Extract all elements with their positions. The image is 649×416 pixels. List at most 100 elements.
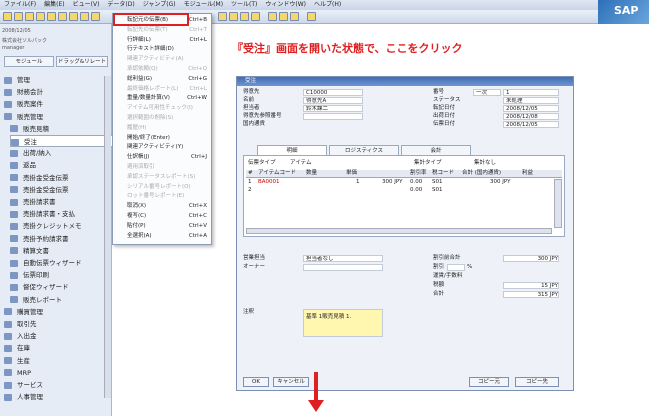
memo-field[interactable]: 基準 1販売見積 1. bbox=[303, 309, 383, 337]
doc-date[interactable]: 2008/12/05 bbox=[503, 121, 559, 128]
sidebar-item[interactable]: 売掛金受金伝票 bbox=[10, 184, 114, 196]
menu-item[interactable]: 貼付(P) Ctrl+V bbox=[113, 222, 211, 231]
excel-icon[interactable] bbox=[69, 12, 78, 21]
menu-item[interactable]: 開始/終了(Enter) bbox=[113, 134, 211, 143]
sidebar-item[interactable]: 販売見積 bbox=[10, 123, 114, 135]
row-discount[interactable]: 0.00 bbox=[410, 179, 422, 186]
sidebar-item[interactable]: 販売レポート bbox=[10, 294, 114, 306]
sidebar-item[interactable]: 在庫 bbox=[4, 342, 108, 354]
pdf-icon[interactable] bbox=[91, 12, 100, 21]
word-icon[interactable] bbox=[80, 12, 89, 21]
number-field[interactable]: 1 bbox=[503, 89, 559, 96]
menu-tools[interactable]: ツール(T) bbox=[227, 0, 261, 10]
owner-field[interactable] bbox=[303, 264, 383, 271]
delivery-date[interactable]: 2008/12/08 bbox=[503, 113, 559, 120]
sidebar-item[interactable]: 売掛予約請求書 bbox=[10, 233, 114, 245]
menu-item[interactable]: 複写(C) Ctrl+C bbox=[113, 212, 211, 221]
sidebar-item[interactable]: 売掛クレジットメモ bbox=[10, 220, 114, 232]
row-taxcode[interactable]: S01 bbox=[432, 179, 443, 186]
menu-module[interactable]: モジュール(M) bbox=[180, 0, 227, 10]
sidebar-item[interactable]: 管理 bbox=[4, 74, 108, 86]
sidebar-item[interactable]: 自動伝票ウィザード bbox=[10, 257, 114, 269]
sidebar-item[interactable]: 督促ウィザード bbox=[10, 281, 114, 293]
sidebar-item[interactable]: 受注 bbox=[10, 135, 114, 147]
help-icon[interactable] bbox=[307, 12, 316, 21]
menu-goto[interactable]: ジャンプ(G) bbox=[139, 0, 180, 10]
summary-field[interactable]: 集計なし bbox=[474, 160, 496, 167]
sidebar-item[interactable]: 販売管理 bbox=[4, 111, 108, 123]
customer-field[interactable]: C10000 bbox=[303, 89, 363, 96]
menu-item[interactable]: 全選択(A) Ctrl+A bbox=[113, 232, 211, 241]
refresh-icon[interactable] bbox=[240, 12, 249, 21]
sidebar-item[interactable]: 精算文書 bbox=[10, 245, 114, 257]
mail-icon[interactable] bbox=[58, 12, 67, 21]
number-series[interactable]: 一次 bbox=[473, 89, 501, 96]
table-row[interactable]: 2 0.00 S01 bbox=[246, 187, 562, 195]
sidebar-item[interactable]: 返品 bbox=[10, 159, 114, 171]
sidebar-item[interactable]: 取引先 bbox=[4, 318, 108, 330]
filter-icon[interactable] bbox=[218, 12, 227, 21]
sidebar-item[interactable]: MRP bbox=[4, 367, 108, 379]
copy-to-button[interactable]: コピー先 bbox=[515, 377, 559, 387]
cancel-button[interactable]: キャンセル bbox=[273, 377, 309, 387]
grid-vscrollbar[interactable] bbox=[554, 179, 562, 228]
sidebar-tabs: モジュール ドラッグ&リレート bbox=[4, 56, 108, 67]
preview-icon[interactable] bbox=[47, 12, 56, 21]
menu-item[interactable]: 総利益(G) Ctrl+G bbox=[113, 75, 211, 84]
row-qty[interactable]: 1 bbox=[356, 179, 360, 186]
sidebar-item[interactable]: 生産 bbox=[4, 355, 108, 367]
menu-window[interactable]: ウィンドウ(W) bbox=[261, 0, 310, 10]
sidebar-item[interactable]: 売掛請求書・支払 bbox=[10, 208, 114, 220]
sidebar-item[interactable]: サービス bbox=[4, 379, 108, 391]
tab-drag-relate[interactable]: ドラッグ&リレート bbox=[56, 56, 108, 67]
menu-help[interactable]: ヘルプ(H) bbox=[310, 0, 345, 10]
posting-date[interactable]: 2008/12/05 bbox=[503, 105, 559, 112]
sidebar-item[interactable]: 人事管理 bbox=[4, 391, 108, 403]
menu-item[interactable]: 取消(X) Ctrl+X bbox=[113, 202, 211, 211]
sidebar-scrollbar[interactable] bbox=[104, 76, 111, 398]
sidebar-item-label: サービス bbox=[17, 381, 43, 389]
sidebar-item[interactable]: 販売案件 bbox=[4, 98, 108, 110]
sidebar-item[interactable]: 購買管理 bbox=[4, 306, 108, 318]
calendar-icon[interactable] bbox=[279, 12, 288, 21]
menu-item[interactable]: 行詳細(L) Ctrl+L bbox=[113, 36, 211, 45]
open-icon[interactable] bbox=[14, 12, 23, 21]
ref-field[interactable] bbox=[303, 113, 363, 120]
sidebar-item[interactable]: 売掛請求書 bbox=[10, 196, 114, 208]
menu-item-label: ロット番号レポート(E) bbox=[127, 193, 185, 200]
grid-hscrollbar[interactable] bbox=[246, 228, 552, 234]
row-discount[interactable]: 0.00 bbox=[410, 187, 422, 194]
sidebar-item[interactable]: 入出金 bbox=[4, 330, 108, 342]
copy-from-button[interactable]: コピー元 bbox=[469, 377, 509, 387]
save-icon[interactable] bbox=[25, 12, 34, 21]
calc-icon[interactable] bbox=[251, 12, 260, 21]
menu-item[interactable]: 関連アクティビティ(Y) bbox=[113, 143, 211, 152]
row-taxcode[interactable]: S01 bbox=[432, 187, 443, 194]
menu-view[interactable]: ビュー(V) bbox=[69, 0, 104, 10]
menu-item[interactable]: 重量/数量計算(V) Ctrl+W bbox=[113, 94, 211, 103]
settings-icon[interactable] bbox=[268, 12, 277, 21]
tab-modules[interactable]: モジュール bbox=[4, 56, 54, 67]
discount-percent[interactable] bbox=[447, 264, 465, 271]
sidebar-item[interactable]: 売掛金受金伝票 bbox=[10, 172, 114, 184]
sidebar-item[interactable]: 財務会計 bbox=[4, 86, 108, 98]
new-icon[interactable] bbox=[3, 12, 12, 21]
table-row[interactable]: 1 BA0001 1 300 JPY 0.00 S01 300 JPY bbox=[246, 179, 562, 187]
menu-item[interactable]: 行テキスト詳細(D) bbox=[113, 45, 211, 54]
menu-item[interactable]: 仕訳帳(J) Ctrl+J bbox=[113, 153, 211, 162]
row-item[interactable]: BA0001 bbox=[258, 179, 280, 186]
name-field[interactable]: 得意先A bbox=[303, 97, 363, 104]
menu-edit[interactable]: 編集(E) bbox=[40, 0, 68, 10]
row-price[interactable]: 300 JPY bbox=[382, 179, 402, 186]
sidebar-item[interactable]: 伝票印刷 bbox=[10, 269, 114, 281]
contact-field[interactable]: 鈴木課二 bbox=[303, 105, 363, 112]
item-type-field[interactable]: アイテム bbox=[290, 160, 311, 167]
print-icon[interactable] bbox=[36, 12, 45, 21]
key-icon[interactable] bbox=[290, 12, 299, 21]
sidebar-item[interactable]: 出荷/納入 bbox=[10, 147, 114, 159]
sales-employee-field[interactable]: 担当者なし bbox=[303, 255, 383, 262]
ok-button[interactable]: OK bbox=[243, 377, 269, 387]
menu-data[interactable]: データ(D) bbox=[103, 0, 138, 10]
menu-file[interactable]: ファイル(F) bbox=[0, 0, 40, 10]
sort-icon[interactable] bbox=[229, 12, 238, 21]
